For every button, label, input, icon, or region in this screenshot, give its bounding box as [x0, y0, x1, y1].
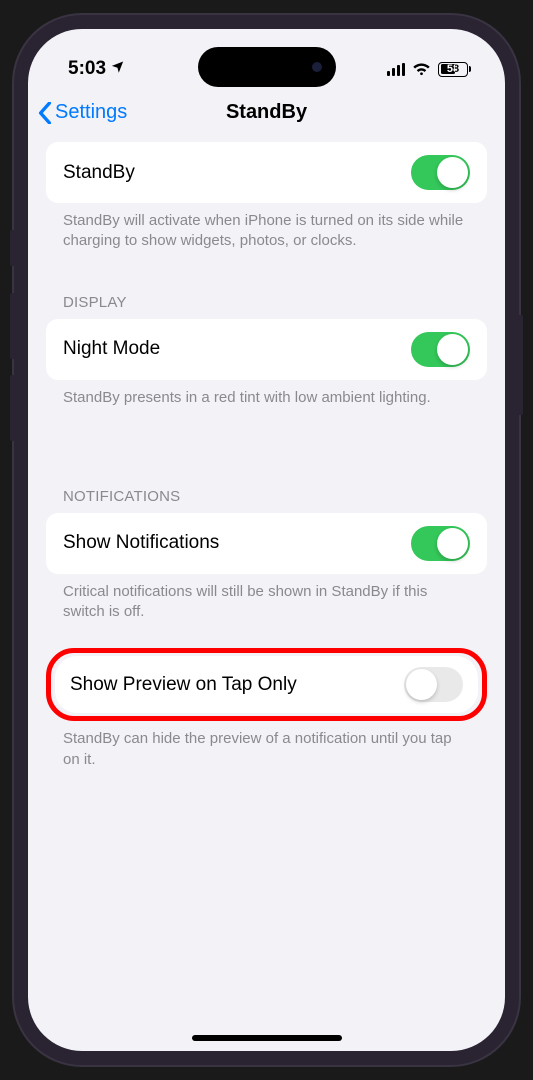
display-header: DISPLAY [46, 294, 487, 319]
standby-group: StandBy StandBy will activate when iPhon… [46, 142, 487, 252]
toggle-knob [437, 334, 468, 365]
night-mode-footer: StandBy presents in a red tint with low … [46, 380, 487, 408]
display-group: Night Mode StandBy presents in a red tin… [46, 319, 487, 408]
battery-icon: 58 [438, 62, 471, 77]
show-preview-row[interactable]: Show Preview on Tap Only [55, 656, 478, 713]
highlight-annotation: Show Preview on Tap Only [46, 648, 487, 721]
status-time: 5:03 [68, 58, 106, 80]
nav-bar: Settings StandBy [28, 87, 505, 142]
show-preview-toggle[interactable] [404, 667, 463, 702]
show-preview-label: Show Preview on Tap Only [70, 674, 297, 696]
home-indicator[interactable] [192, 1035, 342, 1041]
dynamic-island [198, 47, 336, 87]
side-button [10, 293, 14, 359]
show-preview-footer: StandBy can hide the preview of a notifi… [46, 721, 487, 770]
status-right: 58 [387, 62, 472, 77]
show-preview-group: Show Preview on Tap Only StandBy can hid… [46, 648, 487, 770]
night-mode-label: Night Mode [63, 338, 160, 360]
content: StandBy StandBy will activate when iPhon… [28, 142, 505, 770]
show-notifications-toggle[interactable] [411, 526, 470, 561]
screen: 5:03 58 [28, 29, 505, 1051]
notifications-group: Show Notifications Critical notification… [46, 513, 487, 623]
notifications-header: NOTIFICATIONS [46, 488, 487, 513]
night-mode-row[interactable]: Night Mode [46, 319, 487, 380]
standby-row[interactable]: StandBy [46, 142, 487, 203]
toggle-knob [437, 157, 468, 188]
battery-percent: 58 [439, 63, 467, 75]
phone-frame: 5:03 58 [14, 15, 519, 1065]
toggle-knob [406, 669, 437, 700]
night-mode-toggle[interactable] [411, 332, 470, 367]
standby-label: StandBy [63, 162, 135, 184]
show-notifications-row[interactable]: Show Notifications [46, 513, 487, 574]
side-button [519, 315, 523, 415]
side-button [10, 375, 14, 441]
toggle-knob [437, 528, 468, 559]
show-notifications-footer: Critical notifications will still be sho… [46, 574, 487, 623]
back-label: Settings [55, 101, 127, 124]
side-button [10, 230, 14, 266]
status-left: 5:03 [68, 58, 125, 80]
chevron-left-icon [38, 102, 52, 124]
back-button[interactable]: Settings [38, 101, 127, 124]
location-icon [110, 58, 125, 80]
standby-toggle[interactable] [411, 155, 470, 190]
cellular-icon [387, 63, 406, 76]
standby-footer: StandBy will activate when iPhone is tur… [46, 203, 487, 252]
show-notifications-label: Show Notifications [63, 532, 219, 554]
wifi-icon [412, 62, 431, 76]
